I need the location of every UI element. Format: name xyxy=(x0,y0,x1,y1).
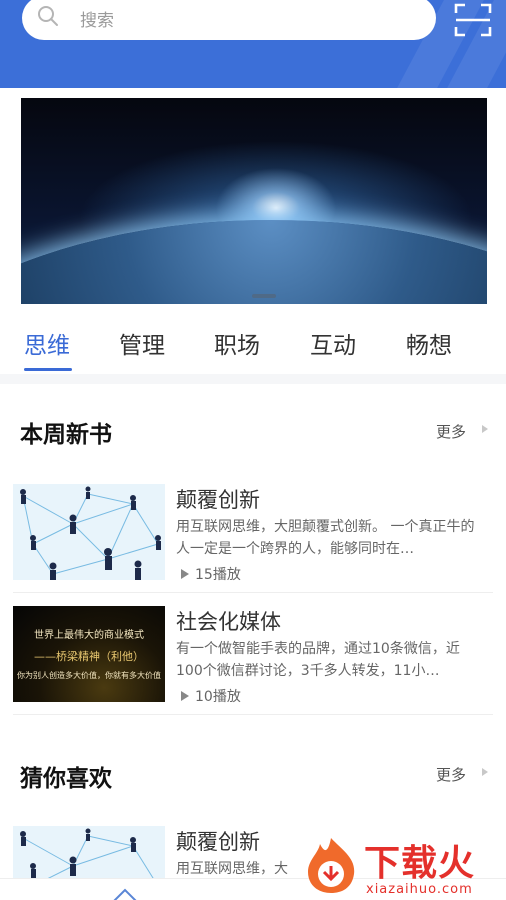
item-title: 颠覆创新 xyxy=(176,488,260,512)
section-title-weekly: 本周新书 xyxy=(20,422,112,448)
section-title-guess: 猜你喜欢 xyxy=(20,766,112,792)
thumbnail-network xyxy=(13,484,165,580)
tab-interaction[interactable]: 互动 xyxy=(310,326,356,360)
active-tab-indicator xyxy=(24,368,72,371)
thumbnail-text: ——桥梁精神（利他） xyxy=(34,650,144,663)
divider xyxy=(13,592,493,593)
category-tabs: 思维 管理 职场 互动 畅想 xyxy=(0,318,506,374)
tab-imagine[interactable]: 畅想 xyxy=(406,326,452,360)
play-count-text: 15播放 xyxy=(195,567,241,583)
tab-thinking[interactable]: 思维 xyxy=(24,326,70,360)
scan-icon[interactable] xyxy=(454,2,492,38)
more-link-guess[interactable]: 更多 xyxy=(436,764,466,785)
thumbnail-text: 你为别人创造多大价值，你就有多大价值 xyxy=(17,671,161,680)
play-icon xyxy=(181,569,189,579)
watermark-url: xiazaihuo.com xyxy=(366,882,473,897)
thumbnail-dark: 世界上最伟大的商业模式 ——桥梁精神（利他） 你为别人创造多大价值，你就有多大价… xyxy=(13,606,165,702)
tab-management[interactable]: 管理 xyxy=(119,326,165,360)
search-bar[interactable]: 搜索 xyxy=(22,0,436,40)
tab-workplace[interactable]: 职场 xyxy=(214,326,260,360)
thumbnail-text: 世界上最伟大的商业模式 xyxy=(34,630,144,641)
app-header: 搜索 xyxy=(0,0,506,88)
item-title: 颠覆创新 xyxy=(176,830,260,854)
item-title: 社会化媒体 xyxy=(176,610,281,634)
banner-image[interactable] xyxy=(21,98,487,304)
play-count-text: 10播放 xyxy=(195,689,241,705)
chevron-right-icon xyxy=(482,425,488,433)
play-count: 10播放 xyxy=(181,686,241,706)
item-description: 用互联网思维，大胆颠覆式创新。 一个真正牛的人一定是一个跨界的人，能够同时在… xyxy=(176,519,475,557)
play-count: 15播放 xyxy=(181,564,241,584)
search-placeholder: 搜索 xyxy=(80,10,114,31)
play-icon xyxy=(181,691,189,701)
banner-indicator xyxy=(252,294,276,298)
section-separator xyxy=(0,374,506,384)
home-icon[interactable] xyxy=(112,886,138,900)
banner-planet xyxy=(21,220,487,304)
flame-logo-icon xyxy=(302,836,360,894)
list-item[interactable]: 颠覆创新 用互联网思维，大胆颠覆式创新。 一个真正牛的人一定是一个跨界的人，能够… xyxy=(13,484,493,592)
more-link-weekly[interactable]: 更多 xyxy=(436,421,466,442)
chevron-right-icon xyxy=(482,768,488,776)
item-description: 有一个做智能手表的品牌，通过10条微信，近100个微信群讨论，3千多人转发，11… xyxy=(176,641,460,679)
search-icon xyxy=(36,4,60,32)
divider xyxy=(13,714,493,715)
list-item[interactable]: 世界上最伟大的商业模式 ——桥梁精神（利他） 你为别人创造多大价值，你就有多大价… xyxy=(13,606,493,714)
watermark-brand: 下载火 xyxy=(364,843,476,884)
watermark: 下载火 xiazaihuo.com xyxy=(300,832,506,900)
thumbnail-network xyxy=(13,826,165,878)
